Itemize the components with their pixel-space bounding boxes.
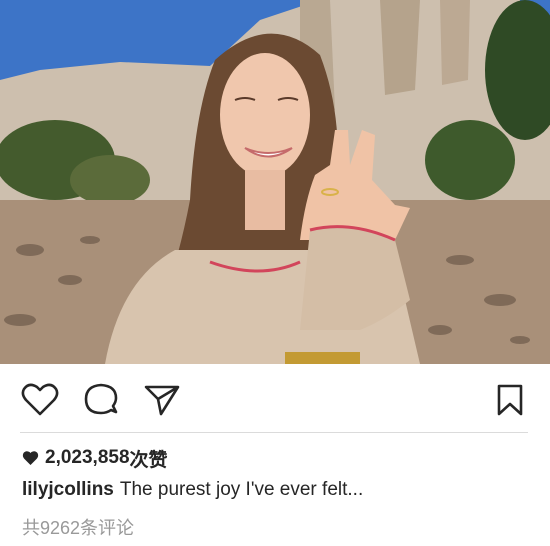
bookmark-icon xyxy=(497,384,523,416)
save-button[interactable] xyxy=(490,380,530,420)
caption-username[interactable]: lilyjcollins xyxy=(22,479,114,500)
comment-bubble-icon xyxy=(84,383,118,415)
post-caption: lilyjcollins The purest joy I've ever fel… xyxy=(22,479,363,501)
likes-unit: 次赞 xyxy=(129,449,168,471)
likes-number: 2,023,858 xyxy=(45,447,130,468)
photo-illustration xyxy=(0,0,550,364)
like-button[interactable] xyxy=(20,380,60,420)
likes-count[interactable]: 2,023,858 次赞 xyxy=(22,446,168,471)
post-photo[interactable] xyxy=(0,0,550,364)
send-arrow-icon xyxy=(144,385,180,416)
comment-button[interactable] xyxy=(81,380,121,420)
post-action-bar xyxy=(0,364,550,434)
action-divider xyxy=(20,432,528,433)
share-button[interactable] xyxy=(142,380,182,420)
heart-filled-icon xyxy=(22,451,39,465)
caption-text: The purest joy I've ever felt... xyxy=(119,479,364,500)
view-comments-link[interactable]: 共9262条评论 xyxy=(22,514,134,540)
heart-outline-icon xyxy=(21,383,59,416)
